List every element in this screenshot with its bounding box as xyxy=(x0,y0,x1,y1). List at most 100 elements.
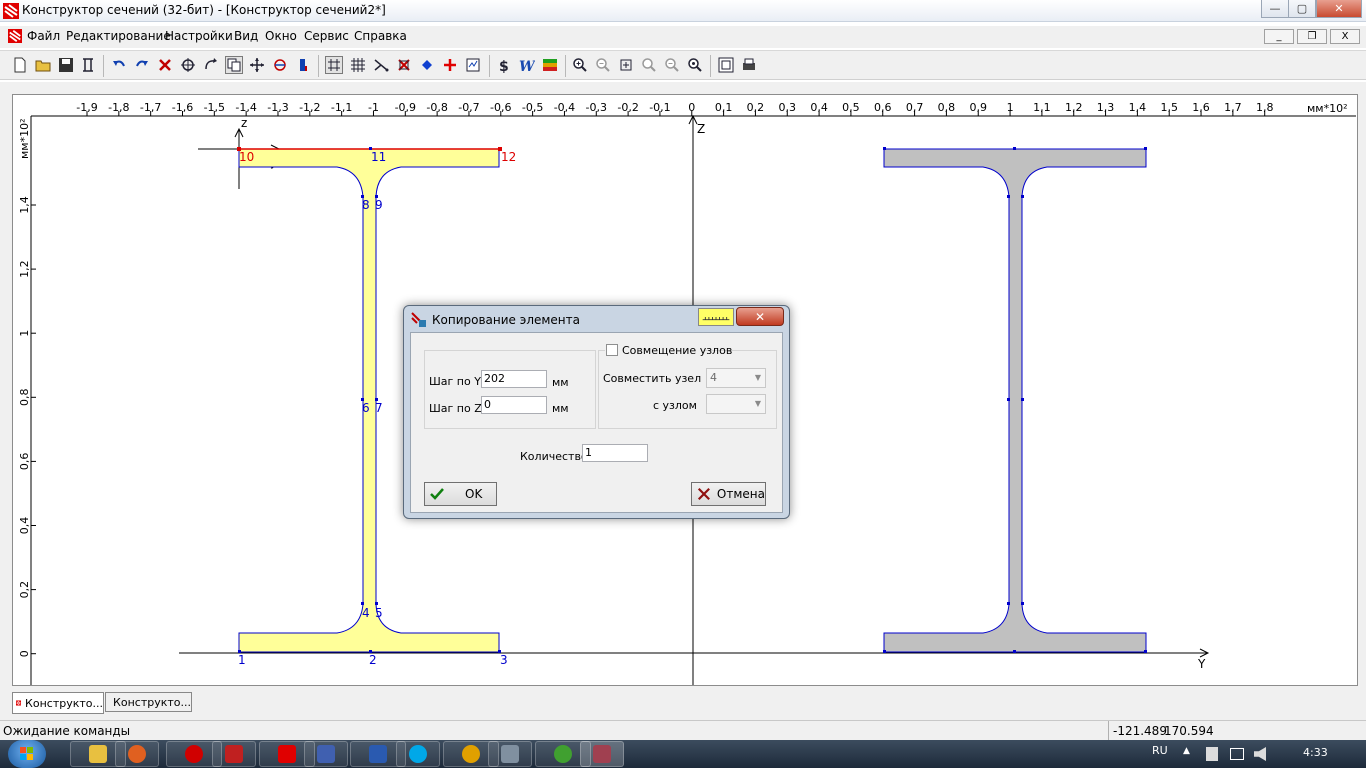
tray-flag-icon[interactable] xyxy=(1206,747,1218,761)
dollar-icon[interactable]: $ xyxy=(495,56,513,74)
taskbar-skype[interactable] xyxy=(396,741,440,767)
mdi-minimize-button[interactable]: _ xyxy=(1264,29,1294,44)
menu-view[interactable]: Вид xyxy=(234,29,258,43)
count-label: Количество xyxy=(520,450,588,463)
new-file-icon[interactable] xyxy=(11,56,29,74)
open-folder-icon[interactable] xyxy=(34,56,52,74)
status-coord-z: 170.594 xyxy=(1164,724,1214,738)
color-fill-icon[interactable] xyxy=(541,56,559,74)
rotate-icon[interactable] xyxy=(202,56,220,74)
taskbar-firefox[interactable] xyxy=(115,741,159,767)
top-ruler-tick-label: 1,5 xyxy=(1160,101,1178,114)
top-ruler-tick-label: -1,7 xyxy=(140,101,161,114)
node-label: 8 xyxy=(362,198,370,212)
top-ruler-tick-label: -1,8 xyxy=(108,101,129,114)
zoom-prev-icon[interactable] xyxy=(663,56,681,74)
mdi-close-button[interactable]: X xyxy=(1330,29,1360,44)
redo-icon[interactable] xyxy=(133,56,151,74)
mdi-restore-button[interactable]: ❐ xyxy=(1297,29,1327,44)
start-button[interactable] xyxy=(8,740,46,768)
taskbar-copy-element[interactable] xyxy=(580,741,624,767)
word-report-icon[interactable]: W xyxy=(518,56,536,74)
volume-icon[interactable] xyxy=(1254,747,1266,761)
step-y-input[interactable]: 202 xyxy=(481,370,547,388)
mirror-icon[interactable] xyxy=(271,56,289,74)
top-ruler-tick-label: 1,4 xyxy=(1129,101,1147,114)
add-node-icon[interactable] xyxy=(441,56,459,74)
maximize-button[interactable]: ▢ xyxy=(1288,0,1316,18)
print-icon[interactable] xyxy=(717,56,735,74)
document-tab-1[interactable]: Конструкто... xyxy=(12,692,104,714)
document-icon xyxy=(8,29,22,43)
app-logo-icon xyxy=(3,3,19,19)
count-input[interactable]: 1 xyxy=(582,444,648,462)
properties-icon[interactable] xyxy=(79,56,97,74)
merge-node-value: 4 xyxy=(710,371,717,384)
diamond-icon[interactable] xyxy=(418,56,436,74)
toolbar-separator xyxy=(318,55,319,77)
cancel-button[interactable]: Отмена xyxy=(691,482,766,506)
svg-text:$: $ xyxy=(499,59,509,73)
top-ruler-tick-label: 0,3 xyxy=(779,101,797,114)
calculate-icon[interactable] xyxy=(464,56,482,74)
minimize-button[interactable]: — xyxy=(1261,0,1289,18)
step-z-unit: мм xyxy=(552,402,569,415)
top-ruler-tick-label: -0,9 xyxy=(395,101,416,114)
top-ruler-tick-label: -0,4 xyxy=(554,101,575,114)
status-coord-y: -121.489 xyxy=(1113,724,1167,738)
move-icon[interactable] xyxy=(248,56,266,74)
delete-icon[interactable] xyxy=(156,56,174,74)
top-ruler-tick-label: -0,8 xyxy=(426,101,447,114)
merge-node-select[interactable]: 4 ▼ xyxy=(706,368,766,388)
zoom-all-icon[interactable] xyxy=(686,56,704,74)
node-label: 1 xyxy=(238,653,246,667)
menu-window[interactable]: Окно xyxy=(265,29,297,43)
taskbar-app-3[interactable] xyxy=(488,741,532,767)
menu-service[interactable]: Сервис xyxy=(304,29,349,43)
utorrent-icon xyxy=(554,745,572,763)
undo-icon[interactable] xyxy=(110,56,128,74)
skype-icon xyxy=(409,745,427,763)
top-ruler-tick-label: 1,8 xyxy=(1256,101,1274,114)
top-ruler-tick-label: -0,2 xyxy=(617,101,638,114)
zoom-fit-icon[interactable] xyxy=(617,56,635,74)
close-button[interactable]: ✕ xyxy=(1316,0,1362,18)
menu-help[interactable]: Справка xyxy=(354,29,407,43)
menu-settings[interactable]: Настройки xyxy=(165,29,233,43)
section-icon[interactable] xyxy=(294,56,312,74)
taskbar-app[interactable] xyxy=(304,741,348,767)
language-indicator[interactable]: RU xyxy=(1152,744,1168,757)
menu-file[interactable]: Файл xyxy=(27,29,60,43)
toolbar-separator xyxy=(103,55,104,77)
save-icon[interactable] xyxy=(57,56,75,74)
menu-edit[interactable]: Редактирование xyxy=(66,29,171,43)
shield-icon xyxy=(317,745,335,763)
with-node-select[interactable]: ▼ xyxy=(706,394,766,414)
top-ruler-tick-label: 1,6 xyxy=(1192,101,1210,114)
clock[interactable]: 4:33 xyxy=(1303,746,1328,759)
delete-nodes-icon[interactable] xyxy=(395,56,413,74)
step-z-input[interactable]: 0 xyxy=(481,396,547,414)
snap-icon[interactable] xyxy=(179,56,197,74)
zoom-out-icon[interactable] xyxy=(594,56,612,74)
dialog-title: Копирование элемента xyxy=(432,313,580,327)
status-bar: Ожидание команды -121.489 170.594 xyxy=(0,720,1366,740)
zoom-window-icon[interactable] xyxy=(640,56,658,74)
ok-button[interactable]: OK xyxy=(424,482,497,506)
print-setup-icon[interactable] xyxy=(740,56,758,74)
copy-element-icon[interactable] xyxy=(225,56,243,74)
document-tab-2[interactable]: Конструкто... xyxy=(105,692,192,712)
left-ruler-tick-label: 1,2 xyxy=(18,260,31,278)
zoom-in-icon[interactable] xyxy=(571,56,589,74)
network-icon[interactable] xyxy=(1230,748,1244,760)
left-ruler-tick-label: 0,8 xyxy=(18,389,31,407)
cursor-grid-icon[interactable] xyxy=(325,56,343,74)
merge-nodes-checkbox[interactable] xyxy=(606,344,618,356)
toolbar-separator xyxy=(710,55,711,77)
grid-icon[interactable] xyxy=(349,56,367,74)
nodes-icon[interactable] xyxy=(372,56,390,74)
taskbar-autocad[interactable] xyxy=(212,741,256,767)
tray-expand-icon[interactable]: ▲ xyxy=(1183,746,1190,756)
dialog-close-button[interactable]: ✕ xyxy=(736,307,784,326)
copied-i-beam-section[interactable] xyxy=(884,149,1146,652)
